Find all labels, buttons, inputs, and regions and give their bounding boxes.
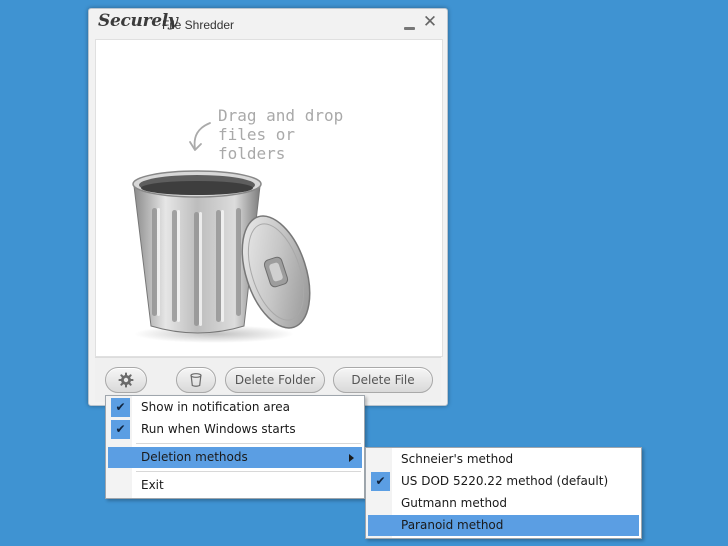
- menu-separator: [136, 443, 361, 444]
- title-bar[interactable]: Securely File Shredder ✕: [89, 9, 447, 41]
- drop-hint-line-2: files or folders: [218, 125, 296, 163]
- settings-button[interactable]: [105, 367, 147, 393]
- curved-arrow-icon: [189, 122, 211, 151]
- minimize-icon: [404, 27, 415, 30]
- delete-file-button[interactable]: Delete File: [333, 367, 433, 393]
- menu-item-us-dod-method[interactable]: ✔ US DOD 5220.22 method (default): [368, 471, 639, 492]
- menu-item-deletion-methods[interactable]: Deletion methods: [108, 447, 362, 468]
- menu-item-label: Paranoid method: [401, 518, 504, 532]
- recycle-bin-button[interactable]: [176, 367, 216, 393]
- menu-item-label: Exit: [141, 478, 164, 492]
- window-title: File Shredder: [162, 18, 235, 32]
- menu-item-label: Run when Windows starts: [141, 422, 296, 436]
- delete-folder-button[interactable]: Delete Folder: [225, 367, 325, 393]
- trash-can-icon: [132, 170, 311, 343]
- drop-hint-line-1: Drag and drop: [218, 106, 344, 125]
- menu-item-label: Gutmann method: [401, 496, 508, 510]
- menu-item-label: US DOD 5220.22 method (default): [401, 474, 609, 488]
- close-icon: ✕: [422, 12, 438, 32]
- menu-separator: [136, 471, 361, 472]
- drop-hint-text: Drag and drop files or folders: [218, 106, 358, 163]
- menu-item-paranoid-method[interactable]: Paranoid method: [368, 515, 639, 536]
- settings-menu: ✔ Show in notification area ✔ Run when W…: [105, 395, 365, 499]
- drop-area[interactable]: Drag and drop files or folders: [95, 39, 443, 357]
- minimize-button[interactable]: [403, 18, 417, 32]
- menu-item-run-when-windows-starts[interactable]: ✔ Run when Windows starts: [108, 419, 362, 440]
- menu-item-gutmann-method[interactable]: Gutmann method: [368, 493, 639, 514]
- trash-icon: [190, 373, 202, 387]
- menu-item-label: Deletion methods: [141, 450, 248, 464]
- checkmark-icon: ✔: [111, 420, 130, 439]
- menu-item-label: Show in notification area: [141, 400, 291, 414]
- close-button[interactable]: ✕: [421, 12, 439, 32]
- deletion-methods-submenu: Schneier's method ✔ US DOD 5220.22 metho…: [365, 447, 642, 539]
- checkmark-icon: ✔: [111, 398, 130, 417]
- gear-icon: [118, 372, 134, 388]
- menu-item-exit[interactable]: Exit: [108, 475, 362, 496]
- menu-item-label: Schneier's method: [401, 452, 514, 466]
- menu-item-show-in-notification-area[interactable]: ✔ Show in notification area: [108, 397, 362, 418]
- submenu-arrow-icon: [349, 454, 354, 462]
- checkmark-icon: ✔: [371, 472, 390, 491]
- file-shredder-window: Securely File Shredder ✕ Drag and drop f…: [88, 8, 448, 406]
- menu-item-schneier-method[interactable]: Schneier's method: [368, 449, 639, 470]
